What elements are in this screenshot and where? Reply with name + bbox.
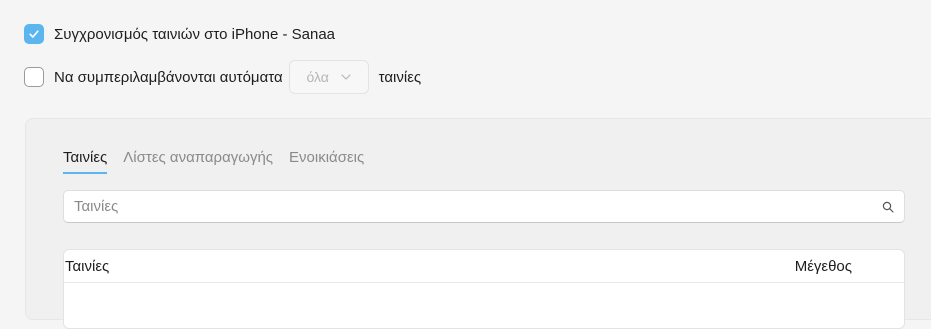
search-input[interactable] bbox=[74, 198, 882, 215]
movies-tabs: Ταινίες Λίστες αναπαραγωγής Ενοικιάσεις bbox=[63, 149, 364, 174]
sync-movies-label: Συγχρονισμός ταινιών στο iPhone - Sanaa bbox=[54, 25, 336, 43]
auto-include-select-value: όλα bbox=[306, 69, 329, 85]
movies-panel: Ταινίες Λίστες αναπαραγωγής Ενοικιάσεις … bbox=[25, 118, 931, 329]
column-header-movies[interactable]: Ταινίες bbox=[65, 258, 109, 275]
table-header: Ταινίες Μέγεθος bbox=[64, 250, 904, 283]
search-icon[interactable] bbox=[882, 201, 894, 213]
movies-table: Ταινίες Μέγεθος bbox=[63, 249, 905, 329]
auto-include-suffix: ταινίες bbox=[378, 68, 422, 86]
sync-movies-row: Συγχρονισμός ταινιών στο iPhone - Sanaa bbox=[24, 24, 335, 44]
tab-playlists[interactable]: Λίστες αναπαραγωγής bbox=[123, 149, 273, 174]
auto-include-select[interactable]: όλα bbox=[288, 60, 369, 94]
search-field bbox=[63, 190, 905, 223]
tab-movies[interactable]: Ταινίες bbox=[63, 149, 108, 174]
auto-include-row: Να συμπεριλαμβάνονται αυτόματα όλα ταινί… bbox=[24, 60, 421, 94]
checkmark-icon bbox=[29, 30, 39, 38]
chevron-down-icon bbox=[341, 74, 351, 80]
auto-include-label: Να συμπεριλαμβάνονται αυτόματα bbox=[54, 68, 283, 86]
sync-movies-checkbox[interactable] bbox=[24, 24, 44, 44]
tab-rentals[interactable]: Ενοικιάσεις bbox=[289, 149, 364, 174]
column-header-size[interactable]: Μέγεθος bbox=[795, 258, 852, 275]
auto-include-checkbox[interactable] bbox=[24, 67, 44, 87]
